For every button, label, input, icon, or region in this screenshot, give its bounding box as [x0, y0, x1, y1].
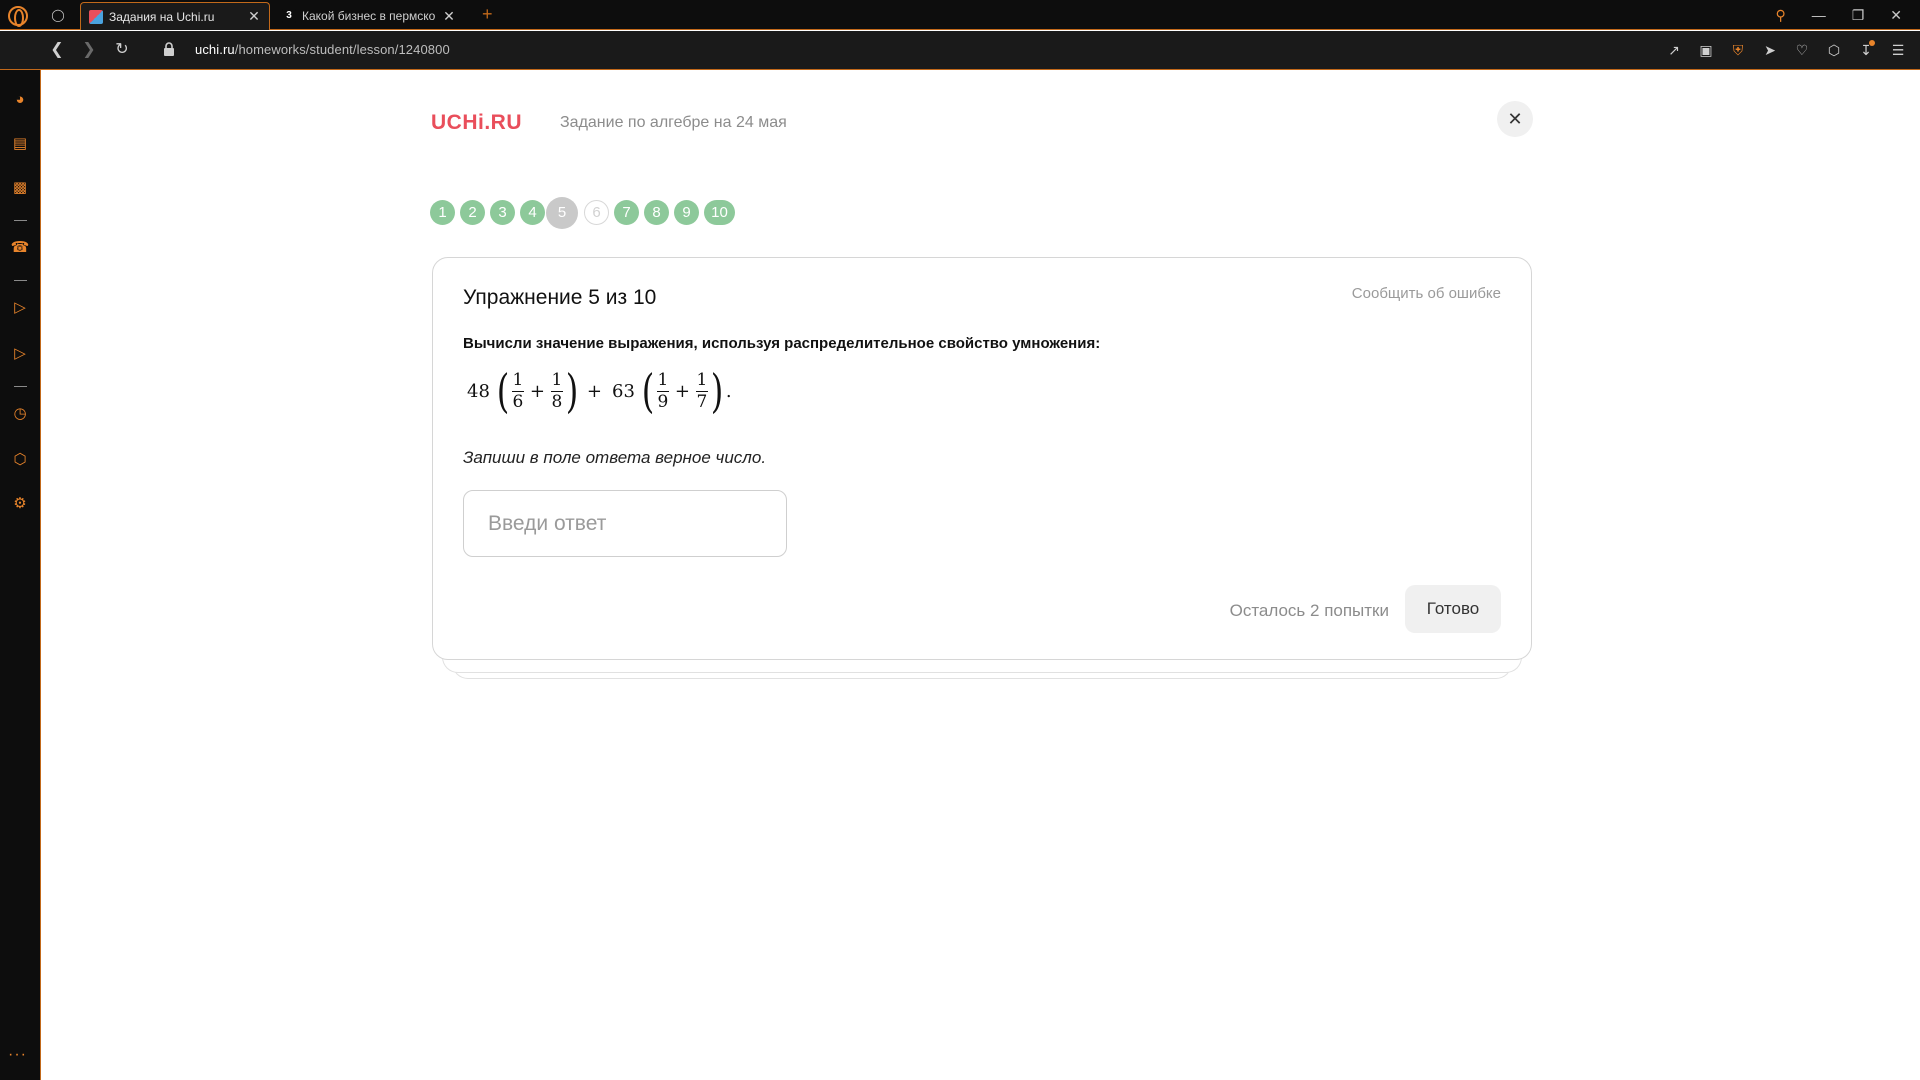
browser-sidebar: ◕ ▤ ▩ ☎ ▷ ▷ ◷ ⬡ ⚙ ···	[0, 70, 41, 1080]
back-icon[interactable]: ❮	[46, 39, 68, 61]
formula-period: .	[725, 380, 732, 402]
send-icon[interactable]: ➤	[1760, 40, 1780, 60]
numerator: 1	[512, 369, 524, 390]
browser-tab-bar: ◯ Задания на Uchi.ru ✕ 3 Какой бизнес в …	[0, 0, 1920, 30]
extensions-icon[interactable]: ⬡	[10, 450, 30, 470]
fraction: 1 6	[511, 369, 524, 412]
tab-title: Задания на Uchi.ru	[109, 9, 215, 24]
right-paren: )	[710, 364, 724, 418]
briefcase-icon[interactable]: ▤	[10, 134, 30, 154]
player-icon[interactable]: ▷	[10, 298, 30, 318]
send-sidebar-icon[interactable]: ▷	[10, 344, 30, 364]
history-icon[interactable]: ◷	[10, 404, 30, 424]
page-content: UCHi.RU Задание по алгебре на 24 мая ✕ 1…	[42, 71, 1920, 1080]
fraction: 1 8	[550, 369, 563, 412]
submit-button[interactable]: Готово	[1405, 585, 1501, 633]
browser-toolbar: ↗ ▣ ⛨ ➤ ♡ ⬡ ↧ ☰	[1664, 40, 1908, 60]
assignment-title: Задание по алгебре на 24 мая	[560, 114, 787, 131]
numerator: 1	[657, 369, 669, 390]
step-9[interactable]: 9	[674, 200, 699, 225]
step-7[interactable]: 7	[614, 200, 639, 225]
sidebar-separator	[14, 220, 27, 221]
download-icon[interactable]: ↧	[1856, 40, 1876, 60]
numerator: 1	[551, 369, 563, 390]
plus-sign: +	[529, 380, 545, 402]
camera-icon[interactable]: ▣	[1696, 40, 1716, 60]
fraction: 1 7	[695, 369, 708, 412]
cube-icon[interactable]: ⬡	[1824, 40, 1844, 60]
twitch-icon[interactable]: ▩	[10, 178, 30, 198]
vpn-shield-icon[interactable]: ⛨	[1728, 40, 1748, 60]
uchi-logo[interactable]: UCHi.RU	[431, 111, 522, 135]
window-controls: ⚲ — ❐ ✕	[1775, 0, 1920, 30]
menu-icon[interactable]: ☰	[1888, 40, 1908, 60]
step-3[interactable]: 3	[490, 200, 515, 225]
settings-icon[interactable]: ⚙	[10, 494, 30, 514]
report-error-link[interactable]: Сообщить об ошибке	[1352, 285, 1501, 302]
left-paren: (	[641, 364, 655, 418]
answer-hint: Запиши в поле ответа верное число.	[463, 448, 767, 467]
exercise-title: Упражнение 5 из 10	[463, 286, 657, 309]
url-path: /homeworks/student/lesson/1240800	[234, 42, 450, 57]
sidebar-separator	[14, 386, 27, 387]
denominator: 8	[551, 391, 563, 412]
notification-dot	[1869, 40, 1875, 46]
whatsapp-icon[interactable]: ☎	[10, 238, 30, 258]
step-6[interactable]: 6	[584, 200, 609, 225]
minimize-icon[interactable]: —	[1812, 7, 1826, 23]
fraction: 1 9	[656, 369, 669, 412]
step-2[interactable]: 2	[460, 200, 485, 225]
tab-title: Какой бизнес в пермском	[302, 9, 436, 23]
opera-menu-icon[interactable]	[8, 6, 28, 27]
denominator: 7	[696, 391, 708, 412]
uchi-favicon-icon	[89, 9, 103, 24]
plus-icon[interactable]: +	[482, 4, 493, 24]
right-paren: )	[565, 364, 579, 418]
exercise-instruction: Вычисли значение выражения, используя ра…	[463, 335, 1101, 352]
address-bar: ❮ ❯ ↻ uchi.ru/homeworks/student/lesson/1…	[0, 31, 1920, 70]
step-10[interactable]: 10	[704, 200, 735, 225]
gamepad-icon[interactable]: ◯	[50, 8, 66, 22]
plus-sign: +	[586, 380, 602, 402]
restore-icon[interactable]: ❐	[1852, 7, 1865, 24]
url-host: uchi.ru	[195, 42, 235, 57]
reload-icon[interactable]: ↻	[111, 39, 133, 61]
sidebar-separator	[14, 280, 27, 281]
formula-coefficient: 63	[612, 380, 635, 402]
left-paren: (	[496, 364, 510, 418]
exercise-card: Упражнение 5 из 10 Сообщить об ошибке Вы…	[432, 257, 1532, 660]
answer-input[interactable]	[463, 490, 787, 557]
url-field[interactable]: uchi.ru/homeworks/student/lesson/1240800	[195, 42, 450, 57]
share-icon[interactable]: ↗	[1664, 40, 1684, 60]
numerator: 1	[696, 369, 708, 390]
step-4[interactable]: 4	[520, 200, 545, 225]
step-8[interactable]: 8	[644, 200, 669, 225]
forward-icon[interactable]: ❯	[78, 39, 100, 61]
plus-sign: +	[674, 380, 690, 402]
close-icon[interactable]: ✕	[1497, 101, 1533, 137]
tab-close-icon[interactable]: ✕	[247, 8, 261, 25]
speed-dial-icon[interactable]: ◕	[10, 90, 30, 110]
tab-uchi[interactable]: Задания на Uchi.ru ✕	[80, 2, 270, 30]
tab-close-icon[interactable]: ✕	[442, 8, 456, 25]
heart-icon[interactable]: ♡	[1792, 40, 1812, 60]
tab-business[interactable]: 3 Какой бизнес в пермском ✕	[274, 2, 464, 30]
denominator: 6	[512, 391, 524, 412]
site-favicon-icon: 3	[282, 9, 296, 23]
formula-coefficient: 48	[467, 380, 490, 402]
more-icon[interactable]: ···	[8, 1046, 27, 1064]
step-5[interactable]: 5	[546, 197, 578, 229]
step-1[interactable]: 1	[430, 200, 455, 225]
close-window-icon[interactable]: ✕	[1890, 7, 1902, 24]
lock-icon[interactable]	[163, 42, 175, 56]
attempts-remaining: Осталось 2 попытки	[1229, 601, 1389, 620]
denominator: 9	[657, 391, 669, 412]
math-expression: 48 ( 1 6 + 1 8 ) + 63 ( 1 9 + 1 7) .	[463, 366, 732, 416]
search-icon[interactable]: ⚲	[1775, 7, 1785, 24]
